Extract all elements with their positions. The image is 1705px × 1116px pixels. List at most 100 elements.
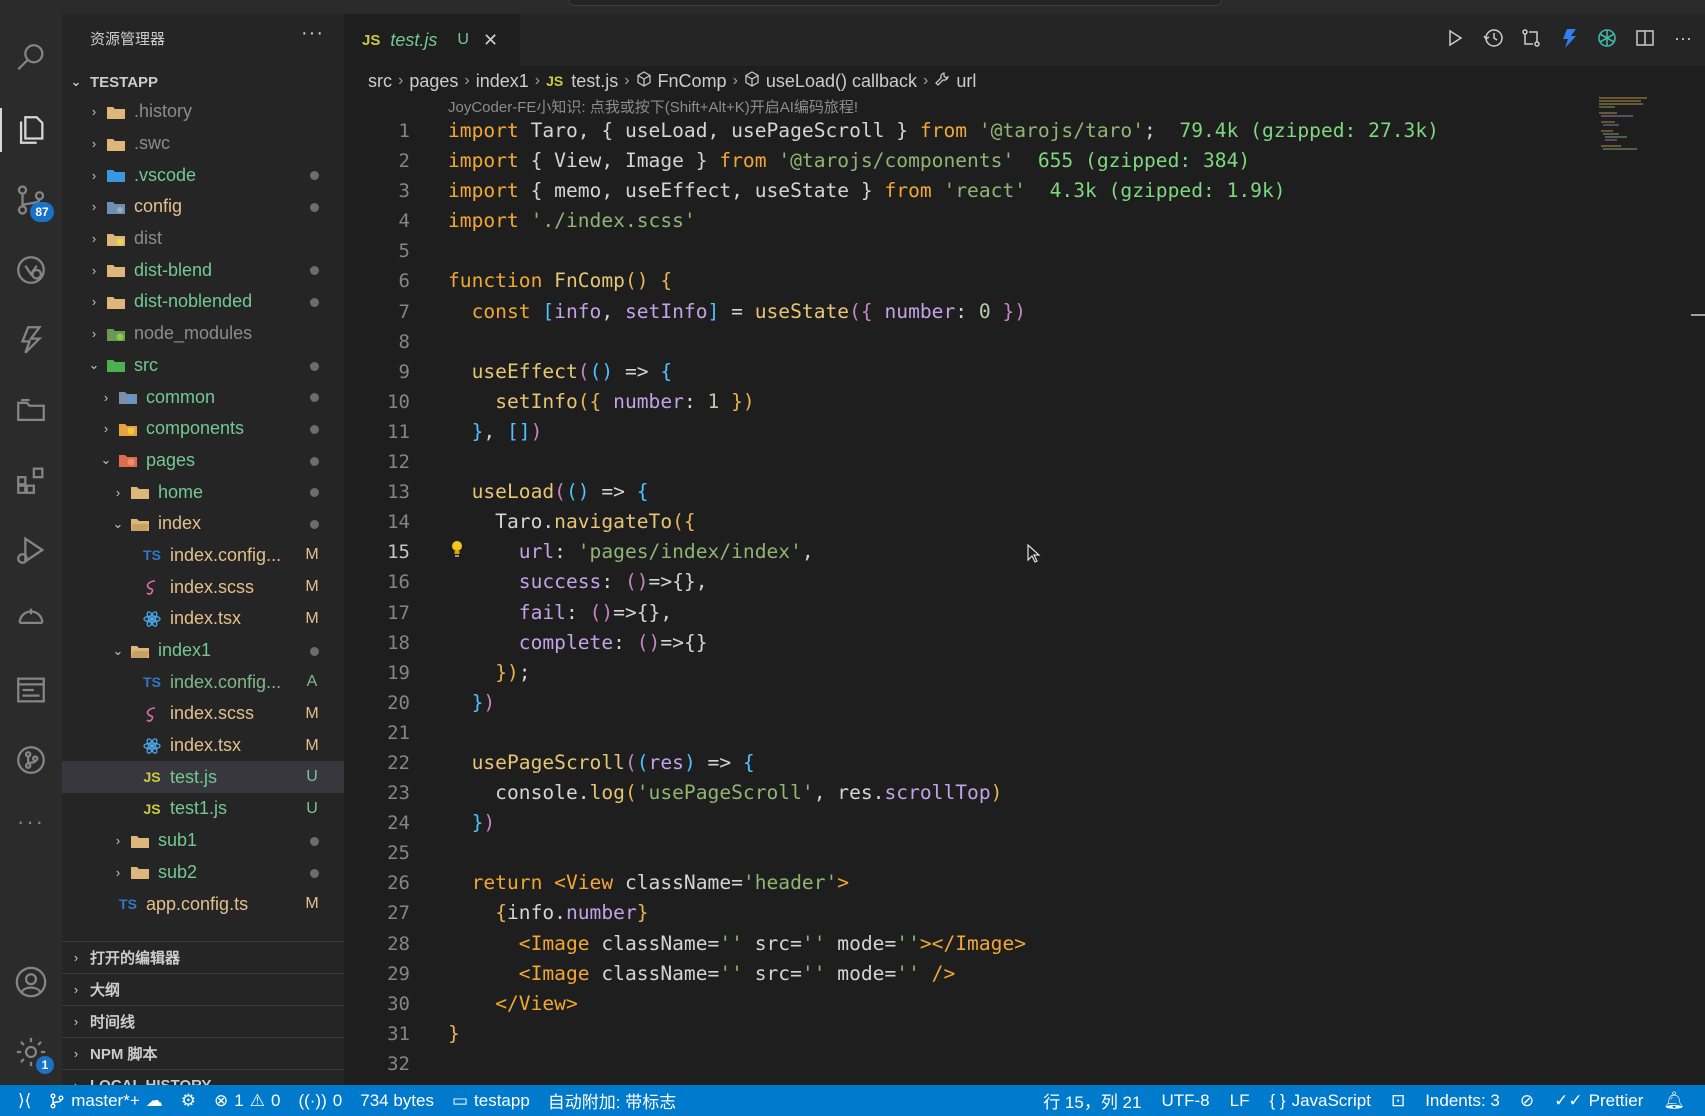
ai-hint-text[interactable]: JoyCoder-FE小知识: 点我或按下(Shift+Alt+K)开启AI编码… <box>448 96 858 117</box>
compare-changes-icon[interactable] <box>1519 26 1543 50</box>
tree-item-index-scss[interactable]: index.scss M <box>62 571 344 603</box>
tree-item-test-js[interactable]: JS test.js U <box>62 761 344 794</box>
tree-item-index1-tsx[interactable]: index.tsx M <box>62 730 344 762</box>
tree-item-dist-noblended[interactable]: › dist-noblended <box>62 286 344 318</box>
tree-item-common[interactable]: › common <box>62 381 344 413</box>
indentation-selector[interactable]: Indents: 3 <box>1425 1091 1500 1111</box>
tree-item-home[interactable]: › home <box>62 476 344 508</box>
tree-item-index-tsx[interactable]: index.tsx M <box>62 603 344 635</box>
tree-item-index1-scss[interactable]: index.scss M <box>62 698 344 730</box>
tree-item-index1-config[interactable]: TS index.config... A <box>62 666 344 698</box>
line-number: 14 <box>387 511 410 534</box>
branch-indicator[interactable]: master*+ ☁ <box>49 1091 163 1111</box>
breadcrumb-src[interactable]: src <box>368 71 392 92</box>
chevron-down-icon: ⌄ <box>100 452 112 468</box>
run-debug-activity-button[interactable] <box>0 242 62 298</box>
more-activity-button[interactable]: ··· <box>0 794 62 850</box>
problems-indicator[interactable]: ⊗ 1 ⚠ 0 <box>214 1091 280 1111</box>
eol-selector[interactable]: LF <box>1230 1091 1250 1111</box>
tree-item-dist[interactable]: › dist <box>62 223 344 255</box>
section-open-editors[interactable]: › 打开的编辑器 <box>62 941 344 973</box>
split-editor-icon[interactable] <box>1633 26 1657 50</box>
tree-item-swc[interactable]: › .swc <box>62 128 344 160</box>
section-npm-scripts[interactable]: › NPM 脚本 <box>62 1037 344 1069</box>
tree-item-dist-blend[interactable]: › dist-blend <box>62 254 344 286</box>
import-size-hint: 4.3k (gzipped: 1.9k) <box>1049 179 1286 203</box>
accounts-button[interactable] <box>0 954 62 1010</box>
tree-item-index[interactable]: ⌄ index <box>62 508 344 540</box>
debug-indicator[interactable]: ⚙ <box>181 1091 196 1111</box>
tree-item-test1-js[interactable]: JS test1.js U <box>62 793 344 825</box>
breadcrumb-index1[interactable]: index1 <box>476 71 529 92</box>
breadcrumb-url[interactable]: url <box>956 71 976 92</box>
tree-item-pages[interactable]: ⌄ pages <box>62 445 344 477</box>
tree-item-node-modules[interactable]: › node_modules <box>62 318 344 350</box>
encoding-selector[interactable]: UTF-8 <box>1161 1091 1209 1111</box>
components-folder-icon <box>114 421 142 437</box>
scrollbar-marker[interactable] <box>1691 314 1705 316</box>
tree-item-config[interactable]: › config <box>62 191 344 223</box>
openai-icon[interactable] <box>1595 26 1619 50</box>
section-outline[interactable]: › 大纲 <box>62 973 344 1005</box>
prettier-indicator[interactable]: ✓✓ Prettier <box>1554 1091 1643 1111</box>
terminal-indicator[interactable]: ⊡ <box>1391 1091 1405 1111</box>
code-line: }) <box>471 690 496 714</box>
close-icon[interactable]: ✕ <box>483 30 498 51</box>
run-activity-button[interactable] <box>0 522 62 578</box>
more-actions-icon[interactable]: ··· <box>1671 26 1695 50</box>
breadcrumb-callback[interactable]: useLoad() callback <box>766 71 917 92</box>
ports-indicator[interactable]: ((·)) 0 <box>298 1091 342 1111</box>
tree-item-index-config[interactable]: TS index.config... M <box>62 540 344 572</box>
breadcrumb-pages[interactable]: pages <box>409 71 458 92</box>
tree-item-app-config[interactable]: TS app.config.ts M <box>62 888 344 920</box>
remote-explorer-activity-button[interactable] <box>0 592 62 648</box>
file-size[interactable]: 734 bytes <box>360 1091 434 1111</box>
status-dot <box>310 203 319 213</box>
copilot-indicator[interactable]: ⊘ <box>1520 1091 1534 1111</box>
workspace-root-header[interactable]: ⌄ TESTAPP <box>62 66 344 98</box>
tree-item-components[interactable]: › components <box>62 413 344 445</box>
run-icon[interactable] <box>1443 26 1467 50</box>
auto-attach-indicator[interactable]: 自动附加: 带标志 <box>548 1088 676 1113</box>
section-label: NPM 脚本 <box>90 1046 158 1063</box>
git-graph-activity-button[interactable] <box>0 732 62 788</box>
command-center[interactable] <box>568 0 1222 6</box>
source-control-activity-button[interactable]: 87 <box>0 172 62 228</box>
line-number: 23 <box>387 782 410 805</box>
extensions-icon <box>17 467 44 494</box>
code-line: }) <box>471 811 496 835</box>
search-activity-button[interactable] <box>0 30 62 86</box>
manage-settings-button[interactable]: 1 <box>0 1024 62 1080</box>
tree-item-src[interactable]: ⌄ src <box>62 350 344 382</box>
tree-item-sub1[interactable]: › sub1 <box>62 825 344 857</box>
section-timeline[interactable]: › 时间线 <box>62 1005 344 1037</box>
extension-activity-button[interactable] <box>0 312 62 368</box>
folder-icon <box>102 262 130 278</box>
history-icon[interactable] <box>1481 26 1505 50</box>
explorer-activity-button[interactable] <box>0 102 62 158</box>
code-editor[interactable]: JoyCoder-FE小知识: 点我或按下(Shift+Alt+K)开启AI编码… <box>344 96 1705 1085</box>
tree-item-vscode[interactable]: › .vscode <box>62 159 344 191</box>
tab-test-js[interactable]: JS test.js U ✕ <box>344 14 520 66</box>
chevron-right-icon: › <box>91 294 97 310</box>
remote-indicator[interactable]: ⟩⟨ <box>18 1091 31 1111</box>
breadcrumb-fncomp[interactable]: FnComp <box>658 71 727 92</box>
workspace-folder[interactable]: ▭ testapp <box>452 1091 530 1111</box>
tree-item-index1[interactable]: ⌄ index1 <box>62 635 344 667</box>
tree-item-history[interactable]: › .history <box>62 96 344 128</box>
folder-open-icon <box>126 516 154 532</box>
explorer-more-button[interactable]: ··· <box>301 22 324 45</box>
breadcrumb-file[interactable]: test.js <box>571 71 618 92</box>
minimap[interactable] <box>1597 96 1657 156</box>
git-status-untracked: U <box>306 768 318 786</box>
browser-preview-activity-button[interactable] <box>0 662 62 718</box>
extensions-activity-button[interactable] <box>0 452 62 508</box>
line-number: 20 <box>387 691 410 714</box>
notifications-button[interactable]: 🔔︎ <box>1663 1091 1685 1111</box>
lightning-icon[interactable] <box>1557 26 1581 50</box>
chevron-right-icon: › <box>923 72 929 89</box>
tree-item-sub2[interactable]: › sub2 <box>62 857 344 889</box>
cursor-position[interactable]: 行 15，列 21 <box>1043 1088 1141 1113</box>
language-mode[interactable]: { } JavaScript <box>1269 1091 1370 1111</box>
project-manager-activity-button[interactable] <box>0 382 62 438</box>
